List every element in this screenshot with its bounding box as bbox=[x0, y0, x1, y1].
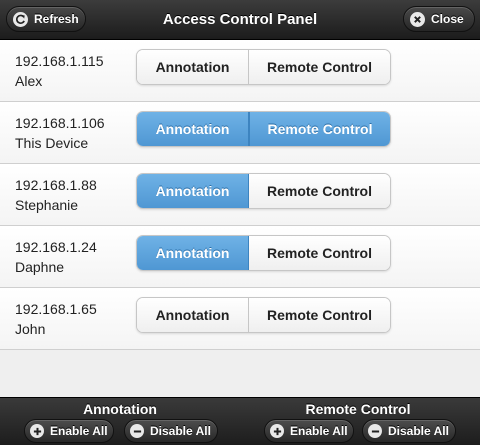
device-row: 192.168.1.88 Stephanie Annotation Remote Co… bbox=[0, 164, 480, 226]
annotation-toggle[interactable]: Annotation bbox=[137, 174, 249, 208]
permission-toggle: Annotation Remote Control bbox=[136, 297, 391, 333]
permission-toggle: Annotation Remote Control bbox=[136, 49, 391, 85]
minus-icon bbox=[130, 424, 144, 438]
remote-control-toggle[interactable]: Remote Control bbox=[249, 112, 390, 146]
device-name: Alex bbox=[15, 73, 43, 89]
footer-annotation-title: Annotation bbox=[83, 401, 157, 417]
remote-control-toggle[interactable]: Remote Control bbox=[249, 236, 390, 270]
close-label: Close bbox=[431, 12, 464, 26]
device-info: 192.168.1.106 This Device bbox=[15, 113, 105, 153]
close-button[interactable]: Close bbox=[403, 6, 475, 32]
close-icon bbox=[410, 11, 425, 27]
annotation-toggle[interactable]: Annotation bbox=[137, 112, 249, 146]
device-list: 192.168.1.115 Alex Annotation Remote Contro… bbox=[0, 40, 480, 350]
disable-all-label: Disable All bbox=[150, 424, 211, 438]
permission-toggle: Annotation Remote Control bbox=[136, 111, 391, 147]
refresh-button[interactable]: Refresh bbox=[6, 6, 86, 32]
device-row: 192.168.1.115 Alex Annotation Remote Contro… bbox=[0, 40, 480, 102]
device-row: 192.168.1.106 This Device Annotation Remote… bbox=[0, 102, 480, 164]
device-info: 192.168.1.65 John bbox=[15, 299, 97, 339]
footer-remote-title: Remote Control bbox=[305, 401, 411, 417]
annotation-toggle[interactable]: Annotation bbox=[137, 50, 249, 84]
bottom-toolbar: Annotation Remote Control Enable All Dis… bbox=[0, 397, 480, 445]
device-ip: 192.168.1.65 bbox=[15, 301, 97, 317]
device-row: 192.168.1.24 Daphne Annotation Remote Contr… bbox=[0, 226, 480, 288]
top-toolbar: Access Control Panel Refresh Close bbox=[0, 0, 480, 40]
device-name: Daphne bbox=[15, 259, 65, 275]
enable-all-label: Enable All bbox=[290, 424, 348, 438]
device-info: 192.168.1.88 Stephanie bbox=[15, 175, 97, 215]
device-ip: 192.168.1.24 bbox=[15, 239, 97, 255]
refresh-label: Refresh bbox=[34, 12, 79, 26]
refresh-icon bbox=[13, 11, 28, 27]
device-ip: 192.168.1.106 bbox=[15, 115, 105, 131]
annotation-toggle[interactable]: Annotation bbox=[137, 236, 249, 270]
remote-control-toggle[interactable]: Remote Control bbox=[249, 298, 390, 332]
permission-toggle: Annotation Remote Control bbox=[136, 235, 391, 271]
device-info: 192.168.1.115 Alex bbox=[15, 51, 104, 91]
device-name: Stephanie bbox=[15, 197, 79, 213]
enable-all-label: Enable All bbox=[50, 424, 108, 438]
device-name: John bbox=[15, 321, 46, 337]
plus-icon bbox=[270, 424, 284, 438]
plus-icon bbox=[30, 424, 44, 438]
remote-control-toggle[interactable]: Remote Control bbox=[249, 174, 390, 208]
device-row: 192.168.1.65 John Annotation Remote Control bbox=[0, 288, 480, 350]
device-ip: 192.168.1.88 bbox=[15, 177, 97, 193]
minus-icon bbox=[368, 424, 382, 438]
disable-all-label: Disable All bbox=[388, 424, 449, 438]
remote-control-toggle[interactable]: Remote Control bbox=[249, 50, 390, 84]
device-info: 192.168.1.24 Daphne bbox=[15, 237, 97, 277]
permission-toggle: Annotation Remote Control bbox=[136, 173, 391, 209]
device-ip: 192.168.1.115 bbox=[15, 53, 104, 69]
annotation-disable-all-button[interactable]: Disable All bbox=[124, 419, 218, 443]
remote-disable-all-button[interactable]: Disable All bbox=[362, 419, 456, 443]
annotation-enable-all-button[interactable]: Enable All bbox=[24, 419, 114, 443]
remote-enable-all-button[interactable]: Enable All bbox=[264, 419, 354, 443]
device-name: This Device bbox=[15, 135, 89, 151]
annotation-toggle[interactable]: Annotation bbox=[137, 298, 249, 332]
